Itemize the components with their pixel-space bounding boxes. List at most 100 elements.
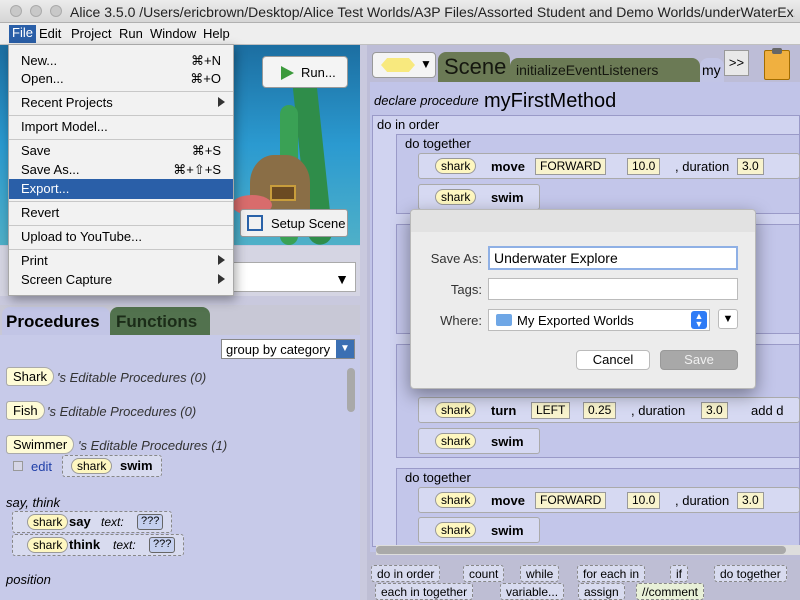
menu-item-open[interactable]: Open... ⌘+O: [9, 69, 233, 89]
swim-statement[interactable]: shark swim: [418, 428, 540, 454]
menu-shortcut: ⌘+⇧+S: [173, 162, 221, 177]
tab-scene[interactable]: Scene: [438, 52, 510, 82]
if-tile[interactable]: if: [670, 565, 688, 582]
tags-input[interactable]: [488, 278, 738, 300]
shark-object-pill[interactable]: shark: [435, 158, 477, 174]
cancel-button[interactable]: Cancel: [576, 350, 650, 370]
each-in-together-tile[interactable]: each in together: [375, 583, 474, 600]
variable-tile[interactable]: variable...: [500, 583, 565, 600]
expand-dialog-button[interactable]: ▼: [718, 309, 738, 329]
setup-scene-button[interactable]: Setup Scene: [240, 209, 348, 237]
tab-procedures[interactable]: Procedures: [2, 307, 110, 335]
say-procedure-tile[interactable]: shark say text: ???: [12, 511, 172, 533]
menu-run[interactable]: Run: [119, 26, 143, 41]
menu-item-export[interactable]: Export...: [9, 179, 233, 199]
menu-item-screen-capture[interactable]: Screen Capture: [9, 270, 233, 290]
folder-icon: [496, 314, 512, 326]
text-value[interactable]: ???: [149, 537, 176, 553]
setup-scene-label: Setup Scene: [271, 216, 346, 231]
duration-value[interactable]: 3.0: [737, 492, 764, 509]
menu-item-label: Upload to YouTube...: [21, 229, 142, 244]
menu-item-save-as[interactable]: Save As... ⌘+⇧+S: [9, 160, 233, 180]
edit-link[interactable]: edit: [31, 459, 52, 474]
swim-procedure-tile[interactable]: shark swim: [62, 455, 162, 477]
menu-project[interactable]: Project: [71, 26, 111, 41]
tab-my-first-method[interactable]: my: [700, 58, 724, 82]
menu-item-revert[interactable]: Revert: [9, 203, 233, 223]
tab-initialize-event-listeners[interactable]: initializeEventListeners: [510, 58, 700, 82]
assign-tile[interactable]: assign: [578, 583, 625, 600]
do-in-order-tile[interactable]: do in order: [371, 565, 441, 582]
shark-object-pill[interactable]: shark: [435, 492, 477, 508]
where-value: My Exported Worlds: [517, 313, 634, 328]
do-together-tile[interactable]: do together: [714, 565, 787, 582]
text-value[interactable]: ???: [137, 514, 164, 530]
dialog-header: [411, 210, 755, 232]
swim-statement[interactable]: shark swim: [418, 517, 540, 543]
do-in-order-label: do in order: [377, 117, 440, 132]
duration-label: , duration: [631, 403, 686, 418]
comment-tile[interactable]: //comment: [636, 583, 705, 600]
save-as-input[interactable]: Underwater Explore: [488, 246, 738, 270]
shark-procedures-title: 's Editable Procedures (0): [57, 370, 207, 385]
turn-statement[interactable]: shark turn LEFT 0.25 , duration 3.0 add …: [418, 397, 800, 423]
close-window-icon[interactable]: [10, 5, 22, 17]
swim-statement[interactable]: shark swim: [418, 184, 540, 210]
menu-item-recent-projects[interactable]: Recent Projects: [9, 93, 233, 113]
menu-item-print[interactable]: Print: [9, 251, 233, 271]
shark-object-pill[interactable]: shark: [27, 514, 69, 530]
direction-value[interactable]: FORWARD: [535, 492, 607, 509]
duration-value[interactable]: 3.0: [701, 402, 728, 419]
while-tile[interactable]: while: [520, 565, 560, 582]
menu-item-import-model[interactable]: Import Model...: [9, 117, 233, 137]
add-detail-label[interactable]: add d: [751, 403, 784, 418]
shark-object-pill[interactable]: shark: [27, 537, 69, 553]
menu-help[interactable]: Help: [203, 26, 230, 41]
swimmer-type-tile[interactable]: Swimmer: [6, 435, 75, 454]
chevron-down-icon: ▼: [336, 340, 354, 358]
menu-file[interactable]: File: [9, 25, 36, 43]
duration-value[interactable]: 3.0: [737, 158, 764, 175]
move-statement[interactable]: shark move FORWARD 10.0 , duration 3.0: [418, 487, 800, 513]
group-by-select[interactable]: group by category ▼: [221, 339, 355, 359]
minimize-window-icon[interactable]: [30, 5, 42, 17]
distance-value[interactable]: 10.0: [627, 492, 661, 509]
think-procedure-tile[interactable]: shark think text: ???: [12, 534, 184, 556]
shark-object-pill[interactable]: shark: [71, 458, 113, 474]
menu-item-upload-youtube[interactable]: Upload to YouTube...: [9, 227, 233, 247]
menu-item-new[interactable]: New... ⌘+N: [9, 51, 233, 71]
where-select[interactable]: My Exported Worlds ▲ ▼: [488, 309, 710, 331]
more-tabs-button[interactable]: >>: [724, 50, 749, 76]
tab-functions[interactable]: Functions: [110, 307, 210, 335]
zoom-window-icon[interactable]: [50, 5, 62, 17]
shark-object-pill[interactable]: shark: [435, 402, 477, 418]
shark-object-pill[interactable]: shark: [435, 189, 477, 205]
object-selector-dropdown[interactable]: ▼: [232, 262, 356, 292]
shark-type-tile[interactable]: Shark: [6, 367, 54, 386]
direction-value[interactable]: LEFT: [531, 402, 571, 419]
clipboard-icon[interactable]: [764, 48, 790, 80]
menu-edit[interactable]: Edit: [39, 26, 61, 41]
menu-item-save[interactable]: Save ⌘+S: [9, 141, 233, 161]
swim-label: swim: [120, 458, 153, 473]
direction-value[interactable]: FORWARD: [535, 158, 607, 175]
run-button[interactable]: Run...: [262, 56, 348, 88]
editor-scrollbar-thumb[interactable]: [376, 546, 786, 554]
menu-window[interactable]: Window: [150, 26, 196, 41]
shark-object-pill[interactable]: shark: [435, 433, 477, 449]
position-category: position: [6, 572, 51, 587]
fish-type-tile[interactable]: Fish: [6, 401, 45, 420]
distance-value[interactable]: 10.0: [627, 158, 661, 175]
turn-label: turn: [491, 403, 517, 418]
left-panel-scrollbar[interactable]: [347, 368, 355, 412]
count-tile[interactable]: count: [463, 565, 505, 582]
move-statement[interactable]: shark move FORWARD 10.0 , duration 3.0: [418, 153, 800, 179]
type-selector-button[interactable]: ▼: [372, 52, 436, 78]
menu-separator: [9, 139, 233, 140]
save-button[interactable]: Save: [660, 350, 738, 370]
edit-checkbox[interactable]: [13, 461, 23, 471]
shark-object-pill[interactable]: shark: [435, 522, 477, 538]
for-each-in-tile[interactable]: for each in: [577, 565, 646, 582]
amount-value[interactable]: 0.25: [583, 402, 617, 419]
group-by-value: group by category: [226, 342, 331, 357]
